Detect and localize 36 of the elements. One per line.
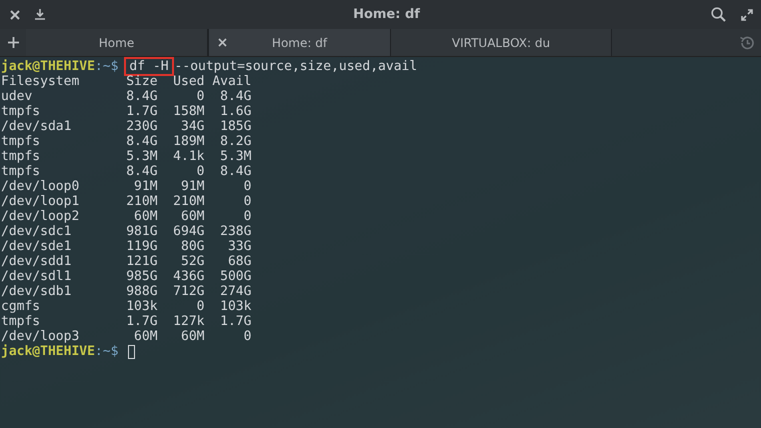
output-line: /dev/sde1 119G 80G 33G xyxy=(1,239,252,254)
output-line: /dev/sda1 230G 34G 185G xyxy=(1,119,252,134)
window-title: Home: df xyxy=(352,7,421,22)
output-line: tmpfs 8.4G 189M 8.2G xyxy=(1,134,252,149)
output-line: tmpfs 5.3M 4.1k 5.3M xyxy=(1,149,252,164)
output-line: cgmfs 103k 0 103k xyxy=(1,299,252,314)
output-line: tmpfs 1.7G 158M 1.6G xyxy=(1,104,252,119)
download-icon[interactable] xyxy=(35,9,45,20)
output-line: udev 8.4G 0 8.4G xyxy=(1,89,252,104)
search-icon[interactable] xyxy=(711,7,726,22)
output-line: tmpfs 8.4G 0 8.4G xyxy=(1,164,252,179)
output-line: /dev/loop0 91M 91M 0 xyxy=(1,179,252,194)
expand-icon[interactable] xyxy=(741,8,753,20)
output-line: tmpfs 1.7G 127k 1.7G xyxy=(1,314,252,329)
close-tab-icon[interactable] xyxy=(218,38,227,47)
tab-label: Home: df xyxy=(272,36,328,50)
new-tab-icon[interactable] xyxy=(8,37,18,48)
output-line: /dev/sdc1 981G 694G 238G xyxy=(1,224,252,239)
prompt-path: :~$ xyxy=(94,344,118,359)
command-text: df -H xyxy=(126,59,172,74)
output-line: /dev/sdd1 121G 52G 68G xyxy=(1,254,252,269)
output-line: /dev/loop1 210M 210M 0 xyxy=(1,194,252,209)
prompt-user: jack@THEHIVE xyxy=(1,344,95,359)
output-line: /dev/sdb1 988G 712G 274G xyxy=(1,284,252,299)
tab-label: Home xyxy=(98,36,134,50)
history-icon[interactable] xyxy=(739,34,755,50)
prompt-path: :~$ xyxy=(94,59,118,74)
close-icon[interactable] xyxy=(10,10,20,20)
output-line: /dev/loop2 60M 60M 0 xyxy=(1,209,252,224)
command-arguments: --output=source,size,used,avail xyxy=(174,59,418,74)
tab-label: VIRTUALBOX: du xyxy=(452,36,550,50)
tab[interactable]: Home: df xyxy=(208,29,391,56)
output-line: /dev/loop3 60M 60M 0 xyxy=(1,329,252,344)
output-line: /dev/sdl1 985G 436G 500G xyxy=(1,269,252,284)
output-line: Filesystem Size Used Avail xyxy=(1,74,252,89)
prompt-user: jack@THEHIVE xyxy=(1,59,95,74)
